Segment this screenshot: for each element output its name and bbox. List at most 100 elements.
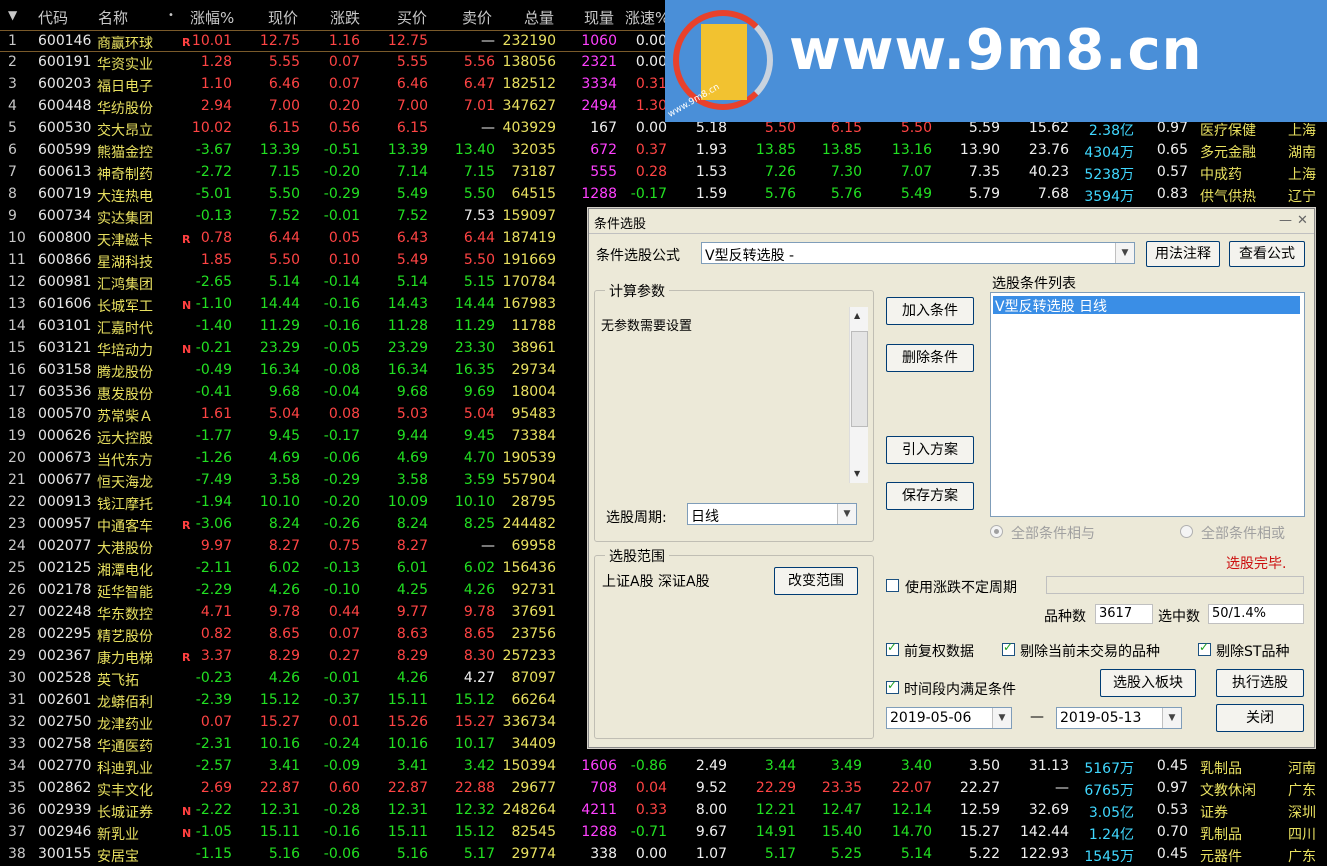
exclude-st-checkbox[interactable] — [1198, 640, 1211, 656]
table-row[interactable]: 34 002770 科迪乳业 -2.57 3.41 -0.09 3.41 3.42 150394… — [0, 756, 1327, 778]
cell-extra: 3.05亿 — [1088, 805, 1134, 821]
cell-price: 5.16 — [268, 846, 300, 862]
chevron-down-icon[interactable]: ▼ — [992, 708, 1011, 728]
table-row[interactable]: 36 002939 长城证券 N -2.22 12.31 -0.28 12.31 12.32 24… — [0, 800, 1327, 822]
list-item[interactable]: V型反转选股 日线 — [993, 296, 1300, 315]
cell-index: 7 — [8, 164, 17, 180]
col-speed[interactable]: 涨速% — [625, 7, 669, 28]
cell-name: 延华智能 — [97, 585, 153, 601]
chevron-down-icon[interactable]: ▼ — [1162, 708, 1181, 728]
cell-change: -0.04 — [323, 384, 360, 400]
cell-extra: 13.85 — [821, 142, 862, 158]
period-select[interactable]: 日线 ▼ — [687, 503, 857, 525]
cell-extra: 31.13 — [1028, 758, 1069, 774]
cell-volume: 87097 — [511, 670, 556, 686]
change-range-button[interactable]: 改变范围 — [774, 567, 858, 595]
cell-speed: 0.00 — [635, 33, 667, 49]
add-to-board-button[interactable]: 选股入板块 — [1100, 669, 1196, 697]
cell-price: 8.27 — [268, 538, 300, 554]
view-formula-button[interactable]: 查看公式 — [1229, 241, 1305, 267]
chevron-down-icon[interactable]: ▼ — [837, 504, 856, 524]
cell-price: 10.10 — [259, 494, 300, 510]
range-text: 上证A股 深证A股 — [602, 574, 710, 590]
cell-name: 新乳业 — [97, 827, 139, 843]
cell-extra: 上海 — [1288, 123, 1316, 139]
cell-change: -0.01 — [323, 208, 360, 224]
close-button[interactable]: 关闭 — [1216, 704, 1304, 732]
all-and-label: 全部条件相与 — [1011, 526, 1095, 542]
date-to-picker[interactable]: 2019-05-13 ▼ — [1056, 707, 1182, 729]
minimize-icon[interactable]: — — [1279, 213, 1292, 228]
cell-name: 汇鸿集团 — [97, 277, 153, 293]
table-row[interactable]: 6 600599 熊猫金控 -3.67 13.39 -0.51 13.39 13.40 3203… — [0, 140, 1327, 162]
delete-condition-button[interactable]: 删除条件 — [886, 344, 974, 372]
col-code[interactable]: 代码 — [38, 7, 68, 28]
params-scrollbar[interactable]: ▲ ▼ — [849, 307, 868, 483]
cell-extra: 5.22 — [968, 846, 1000, 862]
close-icon[interactable]: ✕ — [1297, 213, 1308, 228]
all-or-radio[interactable] — [1180, 525, 1193, 538]
col-change[interactable]: 涨跌 — [330, 7, 360, 28]
cell-extra: 1.93 — [695, 142, 727, 158]
cell-extra: 广东 — [1288, 849, 1316, 865]
cell-name: 远大控股 — [97, 431, 153, 447]
cell-extra: 5.50 — [764, 120, 796, 136]
add-condition-button[interactable]: 加入条件 — [886, 297, 974, 325]
col-name[interactable]: 名称 — [98, 7, 128, 28]
dialog-title: 条件选股 — [594, 217, 647, 232]
cell-name: 科迪乳业 — [97, 761, 153, 777]
cell-cur-volume: 2321 — [581, 54, 617, 70]
cell-pct: 3.37 — [200, 648, 232, 664]
cell-bid: 4.69 — [396, 450, 428, 466]
cell-extra: 22.07 — [891, 780, 932, 796]
col-volume[interactable]: 总量 — [524, 7, 554, 28]
cell-pct: -2.31 — [195, 736, 232, 752]
dialog-titlebar[interactable]: 条件选股 — ✕ — [589, 209, 1314, 234]
cell-price: 4.26 — [268, 582, 300, 598]
table-row[interactable]: 37 002946 新乳业 N -1.05 15.11 -0.16 15.11 15.12 825… — [0, 822, 1327, 844]
cell-extra: 1.24亿 — [1088, 827, 1134, 843]
cell-name: 腾龙股份 — [97, 365, 153, 381]
usage-notes-button[interactable]: 用法注释 — [1146, 241, 1220, 267]
execute-button[interactable]: 执行选股 — [1216, 669, 1304, 697]
cell-bid: 10.09 — [387, 494, 428, 510]
table-row[interactable]: 8 600719 大连热电 -5.01 5.50 -0.29 5.49 5.50 64515 12… — [0, 184, 1327, 206]
table-row[interactable]: 35 002862 实丰文化 2.69 22.87 0.60 22.87 22.88 29677… — [0, 778, 1327, 800]
col-bid[interactable]: 买价 — [397, 7, 427, 28]
cell-code: 002077 — [38, 538, 92, 554]
col-price[interactable]: 现价 — [268, 7, 298, 28]
cell-index: 8 — [8, 186, 17, 202]
cell-extra: 5.49 — [900, 186, 932, 202]
col-pct[interactable]: 涨幅% — [190, 7, 234, 28]
chevron-down-icon[interactable]: ▼ — [1115, 243, 1134, 263]
cell-pct: -0.23 — [195, 670, 232, 686]
cell-flag: R — [182, 519, 191, 532]
save-plan-button[interactable]: 保存方案 — [886, 482, 974, 510]
pre-adjust-checkbox[interactable] — [886, 640, 899, 656]
condition-list[interactable]: V型反转选股 日线 — [990, 292, 1305, 517]
table-row[interactable]: 7 600613 神奇制药 -2.72 7.15 -0.20 7.14 7.15 73187 55… — [0, 162, 1327, 184]
date-from-picker[interactable]: 2019-05-06 ▼ — [886, 707, 1012, 729]
formula-select[interactable]: V型反转选股 - ▼ — [701, 242, 1135, 264]
cell-extra: 湖南 — [1288, 145, 1316, 161]
condition-list-label: 选股条件列表 — [992, 276, 1076, 292]
cell-bid: 6.15 — [396, 120, 428, 136]
cell-name: 华资实业 — [97, 57, 153, 73]
cell-bid: 7.14 — [396, 164, 428, 180]
cell-extra: 0.45 — [1156, 758, 1188, 774]
cell-extra: 22.29 — [755, 780, 796, 796]
exclude-untraded-checkbox[interactable] — [1002, 640, 1015, 656]
uncertain-period-checkbox[interactable] — [886, 579, 899, 592]
cell-index: 24 — [8, 538, 26, 554]
date-to-value: 2019-05-13 — [1060, 710, 1142, 726]
selected-field: 50/1.4% — [1208, 604, 1304, 624]
cell-change: -0.13 — [323, 560, 360, 576]
all-and-radio[interactable] — [990, 525, 1003, 538]
col-ask[interactable]: 卖价 — [462, 7, 492, 28]
sort-arrow-icon[interactable]: ▼ — [8, 8, 17, 22]
col-cur-volume[interactable]: 现量 — [584, 7, 614, 28]
time-range-checkbox[interactable] — [886, 678, 899, 694]
cell-extra: 13.85 — [755, 142, 796, 158]
cell-extra: 3.49 — [830, 758, 862, 774]
import-plan-button[interactable]: 引入方案 — [886, 436, 974, 464]
